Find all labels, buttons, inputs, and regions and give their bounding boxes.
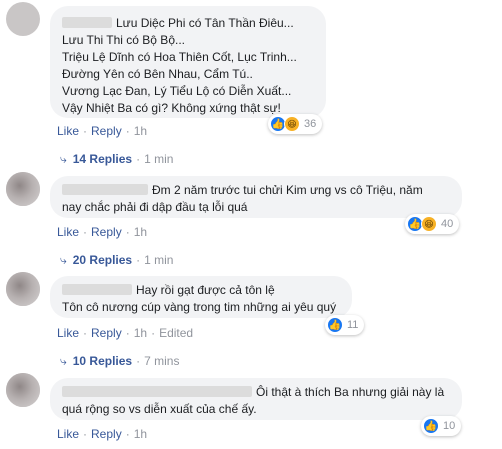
reaction-summary[interactable]: 👍 😆 40 [405, 214, 460, 234]
commenter-name[interactable] [62, 184, 148, 195]
avatar[interactable] [6, 172, 40, 206]
reaction-count: 40 [441, 218, 454, 230]
reply-arrow-icon: ⤷ [60, 354, 67, 368]
replies-count[interactable]: 14 Replies [73, 152, 132, 166]
comment-actions: Like · Reply · 1h [57, 225, 148, 239]
reaction-count: 10 [443, 420, 456, 432]
comment-text-line: Đường Yên có Bên Nhau, Cẩm Tú.. [62, 67, 253, 81]
reply-button[interactable]: Reply [91, 326, 122, 340]
comment-text-line: Triệu Lệ Dĩnh có Hoa Thiên Cốt, Lục Trin… [62, 50, 297, 64]
reply-arrow-icon: ⤷ [60, 152, 67, 166]
avatar[interactable] [6, 272, 40, 306]
comment-text-line: Tôn cô nương cúp vàng trong tim những ai… [62, 300, 337, 314]
replies-count[interactable]: 10 Replies [73, 354, 132, 368]
view-replies-link[interactable]: ⤷ 10 Replies · 7 mins [60, 354, 179, 369]
comment-bubble: Đm 2 năm trước tui chửi Kim ưng vs cô Tr… [50, 176, 462, 218]
comment-text-line: Hay rồi gạt được cả tôn lệ [136, 283, 275, 297]
like-button[interactable]: Like [57, 326, 79, 340]
comment-text-line: nay chắc phải đi dập đầu tạ lỗi quá [62, 200, 248, 214]
commenter-name[interactable] [62, 386, 252, 397]
comment-time[interactable]: 1h [134, 225, 147, 239]
comment-bubble: Hay rồi gạt được cả tôn lệ Tôn cô nương … [50, 276, 352, 318]
reaction-summary[interactable]: 👍 10 [421, 416, 462, 436]
like-icon: 👍 [327, 317, 343, 333]
like-button[interactable]: Like [57, 225, 79, 239]
comment-text-line: Vương Lạc Đan, Lý Tiểu Lộ có Diễn Xuất..… [62, 84, 292, 98]
replies-time: 7 mins [144, 354, 180, 368]
like-button[interactable]: Like [57, 124, 79, 138]
comment-text-line: Lưu Thi Thi có Bộ Bộ... [62, 33, 185, 47]
like-icon: 👍 [423, 418, 439, 434]
replies-time: 1 min [144, 152, 174, 166]
replies-time: 1 min [144, 253, 174, 267]
comment-time[interactable]: 1h [134, 124, 147, 138]
commenter-name[interactable] [62, 17, 112, 28]
reaction-count: 36 [304, 118, 317, 130]
view-replies-link[interactable]: ⤷ 14 Replies · 1 min [60, 152, 173, 167]
like-button[interactable]: Like [57, 427, 79, 441]
avatar[interactable] [6, 2, 40, 36]
comment-text-line: Ôi thật à thích Ba nhưng giải này là [256, 385, 445, 399]
reaction-summary[interactable]: 👍 11 [325, 315, 365, 335]
comment-text-line: quá rộng so vs diễn xuất của chế ấy. [62, 402, 257, 416]
haha-icon: 😆 [421, 216, 437, 232]
reply-button[interactable]: Reply [91, 427, 122, 441]
comment-bubble: Lưu Diệc Phi có Tân Thần Điêu... Lưu Thi… [50, 6, 326, 118]
comment-text-line: Đm 2 năm trước tui chửi Kim ưng vs cô Tr… [152, 183, 423, 197]
comment-bubble: Ôi thật à thích Ba nhưng giải này là quá… [50, 378, 462, 420]
comment-time[interactable]: 1h [134, 427, 147, 441]
edited-label[interactable]: Edited [159, 326, 193, 340]
reply-button[interactable]: Reply [91, 225, 122, 239]
comment-actions: Like · Reply · 1h · Edited [57, 326, 194, 340]
comment-actions: Like · Reply · 1h [57, 427, 148, 441]
reaction-summary[interactable]: 👍 😆 36 [268, 114, 323, 134]
avatar[interactable] [6, 373, 40, 407]
commenter-name[interactable] [62, 284, 132, 295]
comment-time[interactable]: 1h [134, 326, 147, 340]
view-replies-link[interactable]: ⤷ 20 Replies · 1 min [60, 253, 173, 268]
haha-icon: 😆 [284, 116, 300, 132]
replies-count[interactable]: 20 Replies [73, 253, 132, 267]
reaction-count: 11 [347, 319, 359, 331]
reply-button[interactable]: Reply [91, 124, 122, 138]
comment-actions: Like · Reply · 1h [57, 124, 148, 138]
comment-text-line: Lưu Diệc Phi có Tân Thần Điêu... [116, 16, 294, 30]
reply-arrow-icon: ⤷ [60, 253, 67, 267]
